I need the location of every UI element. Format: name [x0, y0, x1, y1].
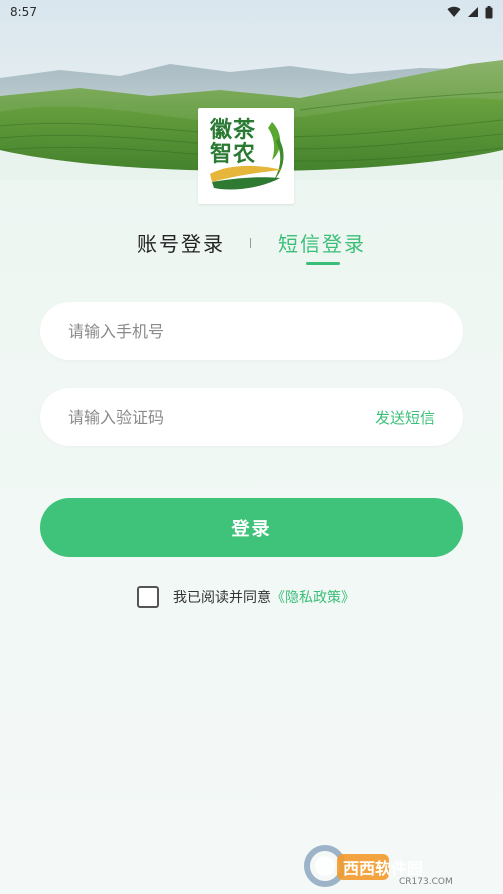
watermark-site: CR173.COM: [399, 877, 453, 887]
verification-code-field: 发送短信: [40, 388, 463, 446]
agreement-checkbox[interactable]: [137, 586, 159, 608]
watermark-logo: 西西软件园 CR173.COM: [304, 845, 453, 887]
app-logo: 徽茶 智农: [198, 108, 294, 204]
tab-divider: [250, 238, 251, 248]
login-screen: 8:57 徽茶 智农 账号登录 短信登录 请输入手机号 请输入验证码 发送短信 …: [0, 0, 503, 894]
send-sms-button[interactable]: 发送短信: [375, 407, 435, 428]
signal-icon: [468, 7, 478, 17]
privacy-policy-link[interactable]: 《隐私政策》: [271, 587, 355, 607]
watermark-brand-part1: 西西软件园: [343, 859, 423, 878]
privacy-agreement: 我已阅读并同意 《隐私政策》: [137, 586, 355, 608]
tab-account-login[interactable]: 账号登录: [137, 228, 225, 257]
phone-input[interactable]: [68, 321, 435, 341]
wifi-icon: [447, 6, 461, 17]
login-tabs: 账号登录 短信登录: [0, 228, 503, 268]
site-watermark: 西西软件园 CR173.COM: [303, 844, 483, 888]
battery-icon: [485, 5, 493, 18]
agreement-text: 我已阅读并同意: [173, 590, 271, 606]
login-button[interactable]: 登录: [40, 498, 463, 557]
status-time: 8:57: [10, 5, 37, 19]
verification-code-input[interactable]: [68, 407, 375, 427]
active-tab-indicator: [306, 262, 340, 265]
status-bar: 8:57: [0, 0, 503, 24]
status-icons: [447, 5, 493, 19]
tea-leaf-icon: [210, 122, 284, 190]
phone-field: [40, 302, 463, 360]
tab-sms-login[interactable]: 短信登录: [278, 228, 366, 257]
